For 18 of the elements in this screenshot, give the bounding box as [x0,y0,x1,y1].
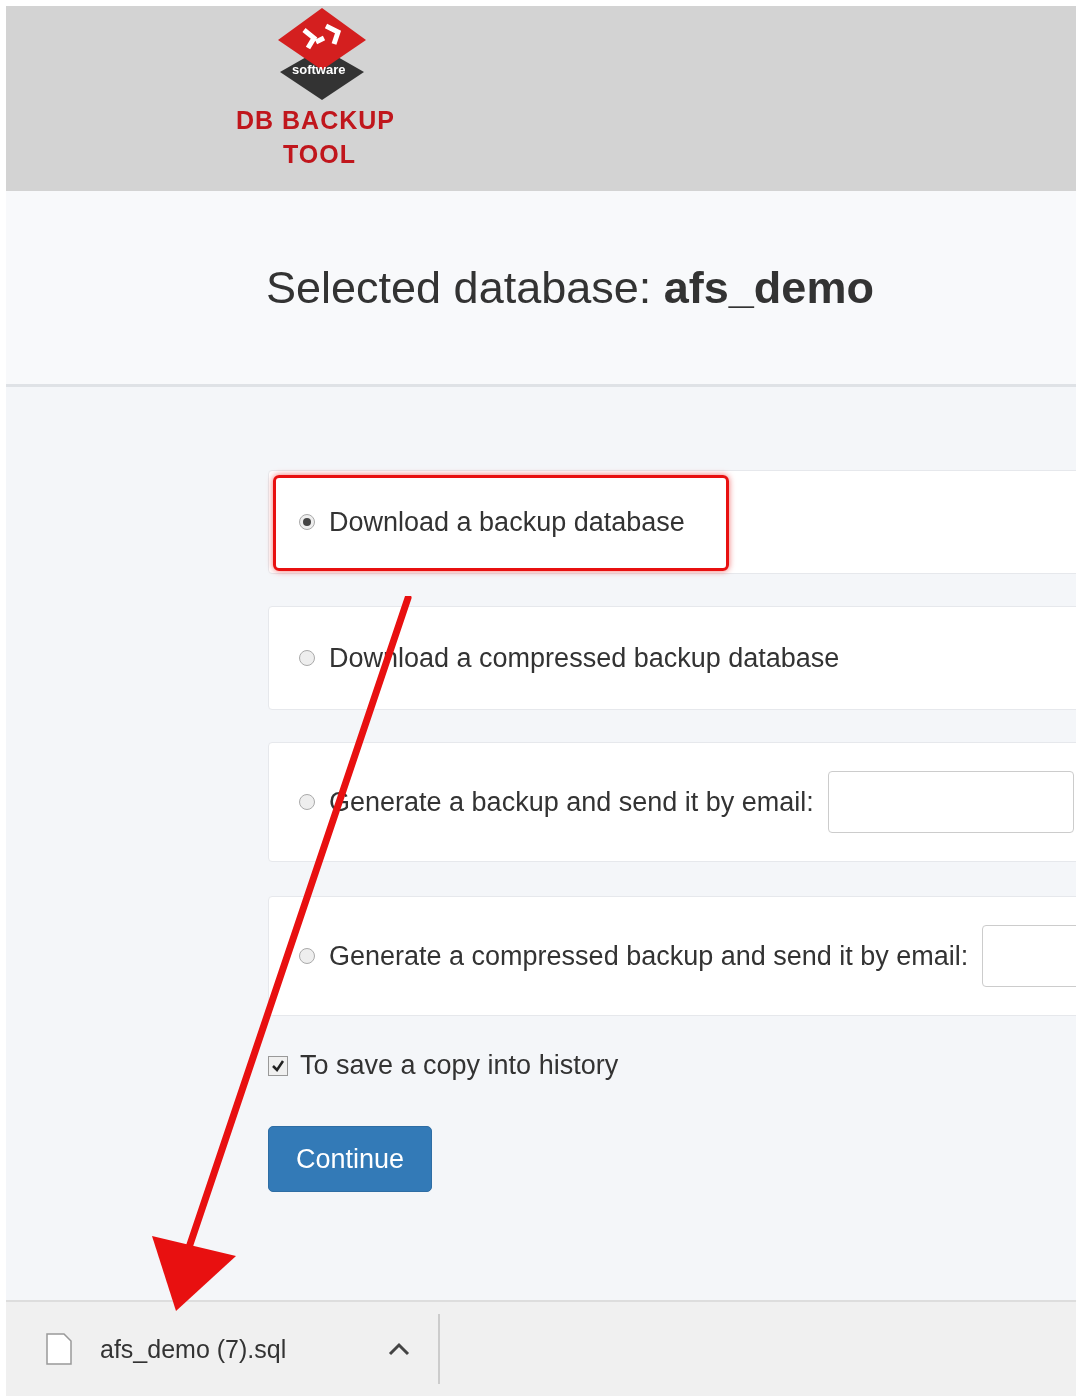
continue-button[interactable]: Continue [268,1126,432,1192]
caret-icon[interactable] [388,1342,410,1356]
app-title: TOOL [283,139,356,170]
option-label[interactable]: Download a backup database [329,506,685,538]
option-label[interactable]: Generate a compressed backup and send it by email: [329,940,969,972]
logo-icon [276,8,368,100]
radio-button[interactable] [299,514,315,530]
logo-text: software [292,62,346,77]
email-input[interactable] [827,771,1074,833]
page-heading: Selected database: afs_demo [266,261,874,314]
download-file-name[interactable]: afs_demo (7).sql [100,1334,360,1364]
file-icon [46,1333,72,1365]
checkbox[interactable] [268,1055,288,1076]
checkbox-label[interactable]: To save a copy into history [300,1050,619,1081]
radio-button[interactable] [299,794,315,810]
radio-button[interactable] [299,948,315,964]
app-title: DB BACKUP [236,105,395,136]
radio-button[interactable] [299,650,315,666]
